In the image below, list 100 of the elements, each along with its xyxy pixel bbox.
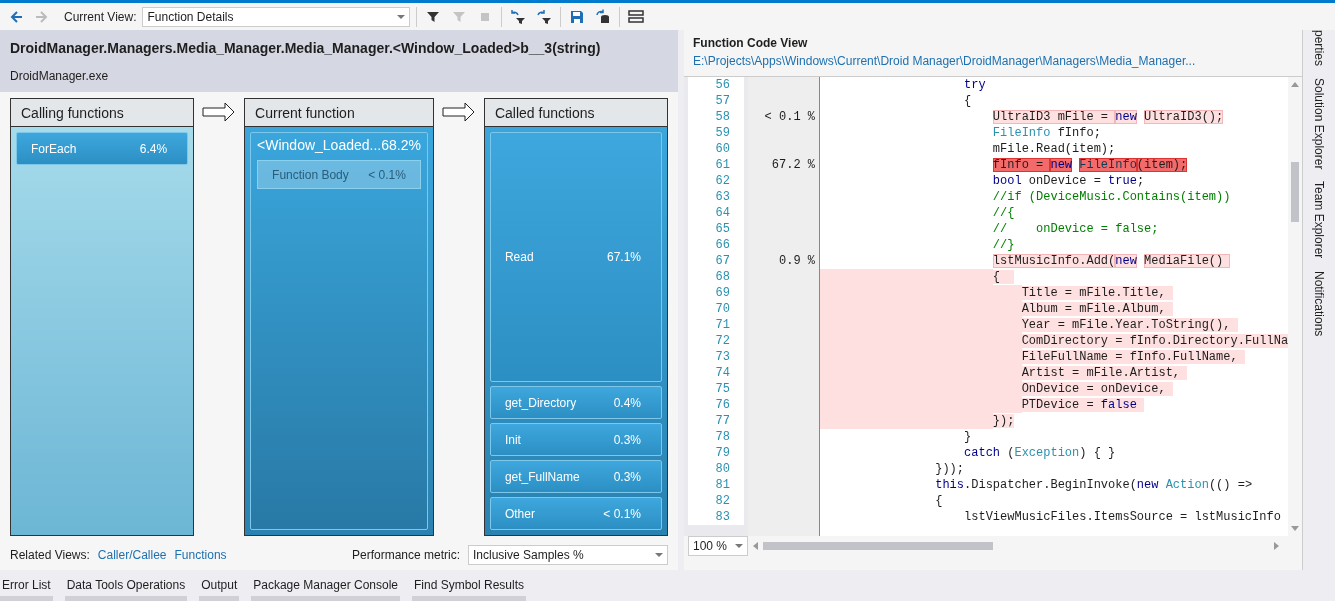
column-header: Current function [245, 99, 433, 127]
right-arrow-icon [441, 102, 476, 122]
line-number: 56 [714, 77, 731, 93]
function-name: ForEach [31, 140, 77, 158]
function-name: Function Body [272, 166, 349, 184]
current-view-dropdown[interactable]: Function Details [142, 6, 411, 27]
file-path-link[interactable]: E:\Projects\Apps\Windows\Current\Droid Manager\DroidManager\Managers\Media_Manager... [684, 52, 1303, 76]
code-line: try [963, 77, 986, 93]
back-arrow-icon [10, 9, 24, 24]
function-title: DroidManager.Managers.Media_Manager.Media_Manager.<Window_Loaded>b__3(string) [10, 39, 602, 58]
scroll-left-icon[interactable] [752, 541, 759, 551]
function-percent: 68.2% [381, 136, 421, 155]
line-number: 72 [714, 333, 731, 349]
right-arrow-icon [202, 102, 237, 122]
code-line: bool onDevice = true; [991, 173, 1145, 189]
line-number: 81 [714, 477, 731, 493]
line-number: 75 [714, 381, 731, 397]
line-number: 73 [714, 349, 731, 365]
scroll-right-icon[interactable] [1273, 541, 1281, 551]
code-line: lstMusicInfo.Add(new MediaFile() [820, 253, 1231, 269]
line-number: 65 [714, 221, 731, 237]
function-percent: 0.3% [613, 431, 641, 449]
function-name: Init [504, 431, 521, 449]
line-number: 77 [714, 413, 731, 429]
line-number: 83 [714, 509, 731, 525]
function-name: Read [504, 249, 534, 266]
line-number: 62 [714, 173, 731, 189]
code-line: Title = mFile.Title, [820, 285, 1173, 301]
line-number: 70 [714, 301, 731, 317]
related-views-label: Related Views: [10, 547, 90, 564]
code-line: mFile.Read(item); [991, 141, 1116, 157]
bottom-tab[interactable]: Data Tools Operations [64, 576, 188, 601]
function-percent: < 0.1% [603, 505, 641, 523]
function-percent: 0.3% [613, 468, 641, 486]
line-number: 68 [714, 269, 731, 285]
bottom-tab[interactable]: Package Manager Console [251, 576, 400, 601]
bottom-tab[interactable]: Error List [0, 576, 53, 601]
code-line: { [820, 269, 1015, 285]
code-line: { [963, 93, 972, 109]
code-line: FileInfo fInfo; [991, 125, 1101, 141]
line-number: 64 [714, 205, 731, 221]
function-percent: 6.4% [139, 140, 168, 158]
line-number: 74 [714, 365, 731, 381]
function-percent: 0.4% [613, 394, 641, 412]
zoom-dropdown[interactable]: 100 % [688, 536, 748, 556]
line-number: 58 [714, 109, 731, 125]
arrow-filter-icon[interactable] [510, 8, 527, 25]
code-line: Year = mFile.Year.ToString(), [820, 317, 1238, 333]
line-number: 57 [714, 93, 731, 109]
code-line: // onDevice = false; [991, 221, 1159, 237]
code-line: OnDevice = onDevice, [820, 381, 1173, 397]
related-view-link[interactable]: Functions [174, 546, 227, 564]
column-header: Calling functions [11, 99, 194, 127]
function-name: get_Directory [504, 394, 577, 412]
code-line: fInfo = new FileInfo(item); [991, 157, 1188, 173]
function-percent: 67.1% [606, 249, 641, 266]
line-number: 67 [714, 253, 731, 269]
related-view-link[interactable]: Caller/Callee [97, 546, 167, 564]
code-line: })); [934, 461, 965, 477]
side-tab[interactable]: Solution Explorer [1310, 78, 1329, 170]
performance-metric-label: Performance metric: [351, 547, 460, 564]
bottom-tab[interactable]: Output [199, 576, 240, 601]
line-number: 69 [714, 285, 731, 301]
code-line: //if (DeviceMusic.Contains(item)) [991, 189, 1231, 205]
line-number: 80 [714, 461, 731, 477]
code-line: Artist = mFile.Artist, [820, 365, 1188, 381]
function-name: <Window_Loaded... [257, 136, 382, 155]
side-tab[interactable]: Notifications [1310, 270, 1329, 337]
function-percent: < 0.1% [368, 166, 406, 184]
side-tab[interactable]: Team Explorer [1310, 181, 1329, 259]
scrollbar-thumb[interactable] [1291, 161, 1300, 222]
scrollbar-thumb[interactable] [763, 542, 993, 550]
database-arrow-icon[interactable] [595, 8, 612, 25]
code-line: lstViewMusicFiles.ItemsSource = lstMusicInfo [963, 509, 1281, 525]
line-number: 78 [714, 429, 731, 445]
save-icon[interactable] [569, 8, 586, 25]
line-percent: 0.9 % [779, 254, 815, 268]
side-tab[interactable]: perties [1310, 30, 1329, 67]
code-line: catch (Exception) { } [963, 445, 1116, 461]
line-number: 61 [714, 157, 731, 173]
code-line: FileFullName = fInfo.FullName, [820, 349, 1245, 365]
code-line: //{ [991, 205, 1015, 221]
line-number: 79 [714, 445, 731, 461]
performance-metric-dropdown[interactable]: Inclusive Samples % [468, 545, 668, 565]
line-percent: < 0.1 % [764, 110, 815, 124]
layout-icon[interactable] [628, 8, 645, 25]
line-number: 71 [714, 317, 731, 333]
scroll-up-icon[interactable] [1290, 81, 1301, 88]
code-line: //} [991, 237, 1015, 253]
bottom-tab[interactable]: Find Symbol Results [412, 576, 527, 601]
scroll-down-icon[interactable] [1290, 525, 1301, 532]
function-name: get_FullName [504, 468, 580, 486]
code-line: { [934, 493, 943, 509]
arrow-filter-icon[interactable] [536, 8, 553, 25]
code-line: } [963, 429, 972, 445]
line-percent: 67.2 % [771, 158, 815, 172]
column-header: Called functions [484, 99, 667, 127]
code-line: this.Dispatcher.BeginInvoke(new Action(() => [934, 477, 1253, 493]
code-line: Album = mFile.Album, [820, 301, 1173, 317]
panel-title: Function Code View [692, 35, 809, 52]
